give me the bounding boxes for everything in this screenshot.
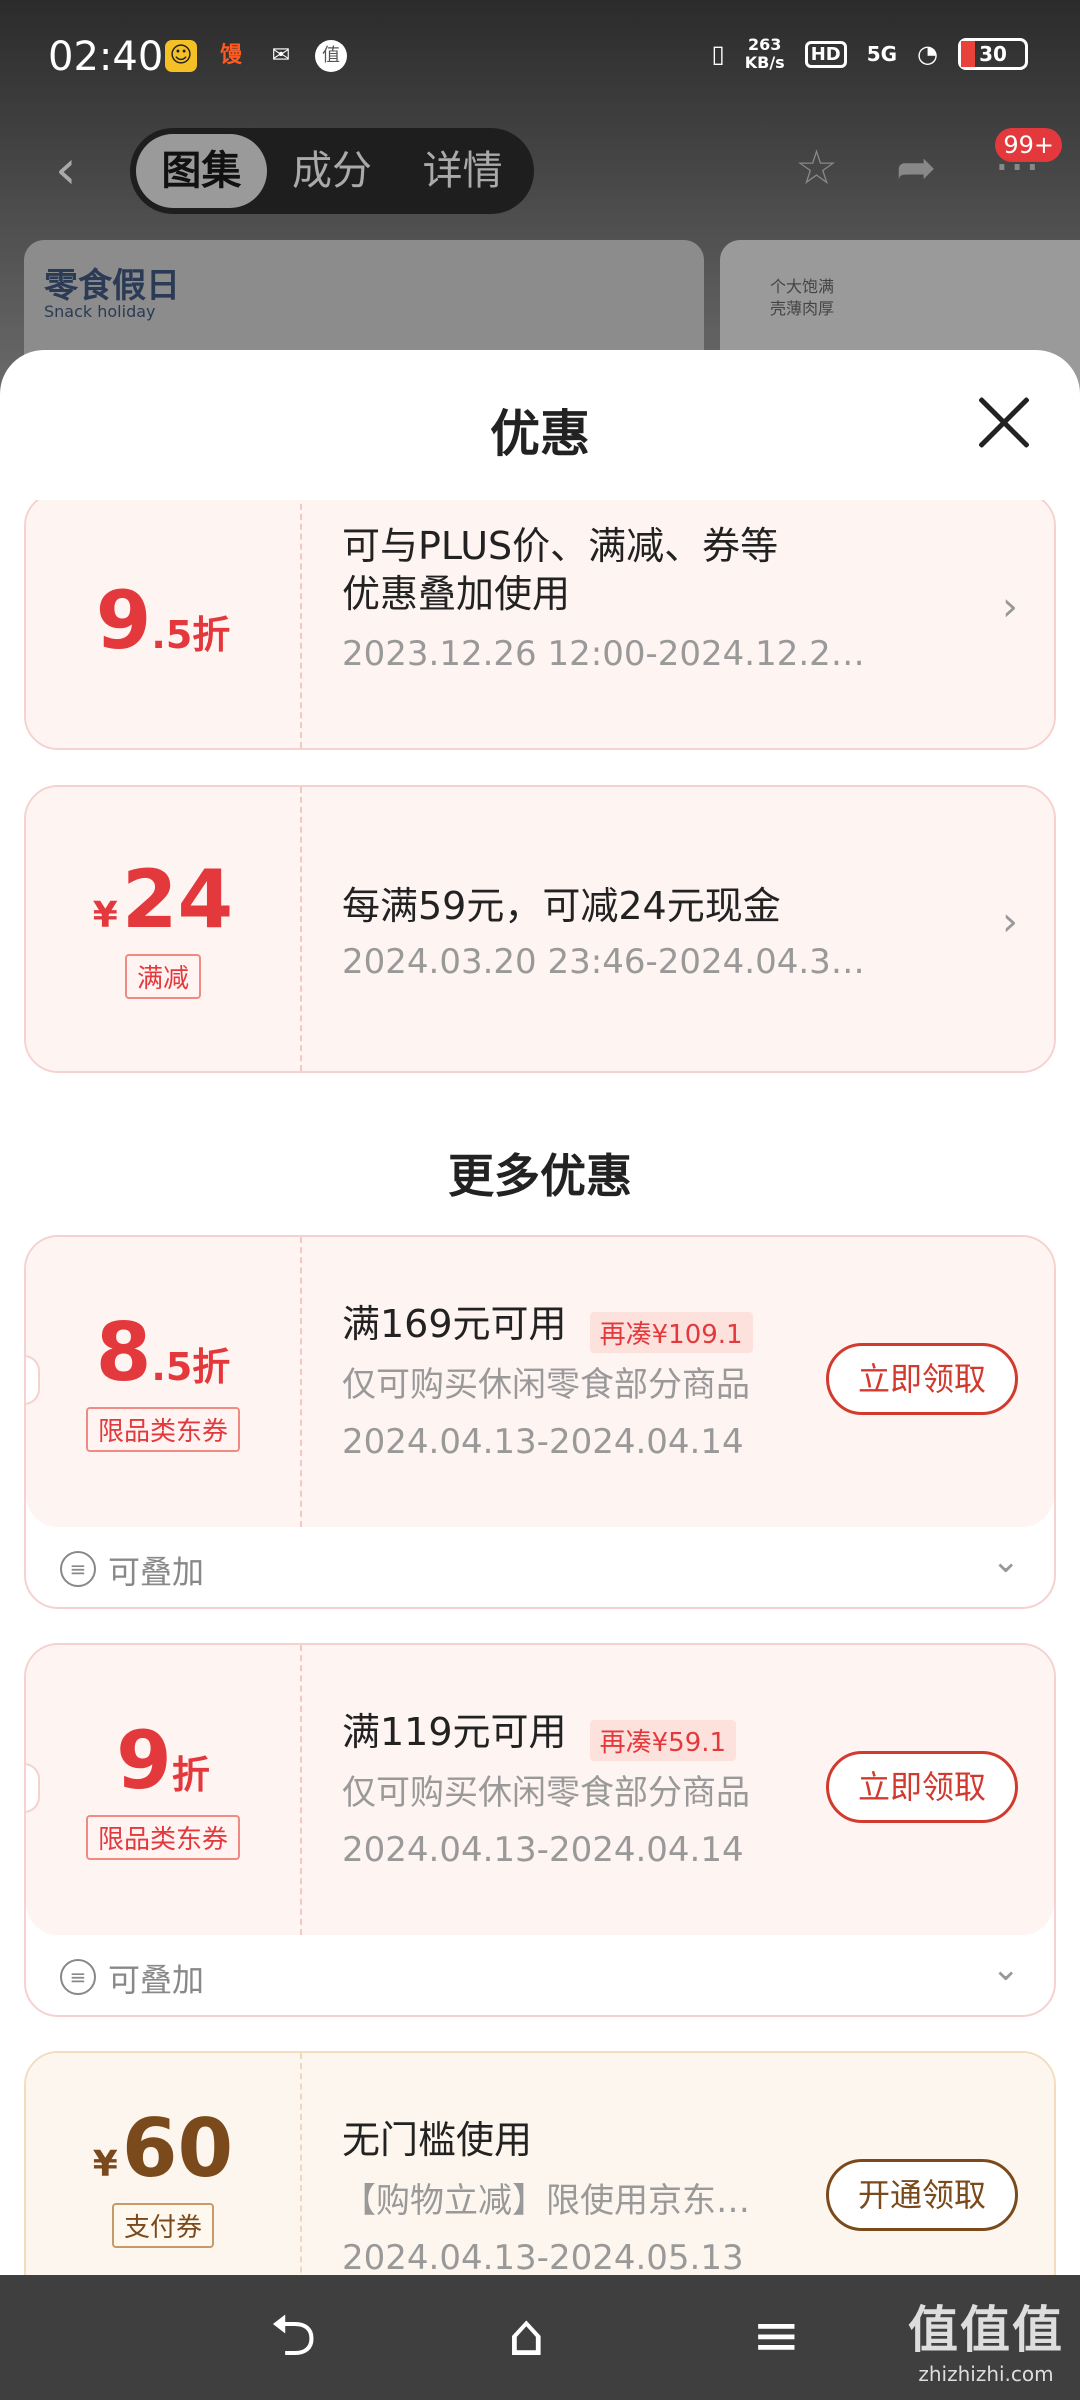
- chevron-right-icon[interactable]: ›: [1002, 584, 1018, 630]
- signal-5g: 5G: [866, 42, 898, 66]
- vibrate-icon: ▯: [711, 40, 725, 68]
- coupon-threshold: 满169元可用: [342, 1302, 567, 1346]
- discount-sheet: 优惠 9.5折 可与PLUS价、满减、券等 优惠叠加使用 2023.12.26 …: [0, 350, 1080, 2275]
- stackable-row[interactable]: ≡ 可叠加 ⌄: [26, 1935, 1054, 2015]
- stack-icon: ≡: [60, 1959, 96, 1995]
- coupon-type-tag: 支付券: [111, 2202, 214, 2248]
- discount-list[interactable]: 9.5折 可与PLUS价、满减、券等 优惠叠加使用 2023.12.26 12:…: [0, 500, 1080, 2275]
- system-icons: ▯ 263 KB/s HD 5G ◔ 30: [711, 35, 1028, 72]
- message-badge: 99+: [995, 128, 1062, 162]
- notification-icons: ☺ 馒 ✉ 值: [165, 40, 347, 72]
- discount-amount: 9.5折: [26, 500, 302, 748]
- claim-button[interactable]: 立即领取: [826, 1751, 1018, 1823]
- favorite-star-icon[interactable]: ☆: [795, 140, 838, 196]
- coupon-gap-tag: 再凑¥59.1: [589, 1720, 737, 1761]
- coupon-type-tag: 限品类东券: [85, 1406, 240, 1452]
- tab-gallery[interactable]: 图集: [136, 134, 267, 208]
- chevron-right-icon[interactable]: ›: [1002, 899, 1018, 945]
- tab-details[interactable]: 详情: [397, 134, 528, 208]
- chevron-down-icon[interactable]: ⌄: [992, 1541, 1021, 1581]
- battery-icon: 30: [958, 38, 1028, 70]
- wifi-icon: ◔: [917, 40, 938, 68]
- coupon-card: 9折 限品类东券 满119元可用 再凑¥59.1 仅可购买休闲零食部分商品 20…: [24, 1643, 1056, 2017]
- coupon-amount: 8.5折 限品类东券: [26, 1237, 302, 1527]
- net-speed: 263 KB/s: [744, 35, 785, 72]
- coupon-card-payment: ¥60 支付券 无门槛使用 【购物立减】限使用京东… 2024.04.13-20…: [24, 2051, 1056, 2275]
- sheet-title: 优惠: [490, 405, 590, 463]
- product-nav-bar: ‹ 图集 成分 详情 ☆ ➦ ··· 99+: [0, 120, 1080, 220]
- coupon-threshold: 无门槛使用: [342, 2118, 533, 2162]
- more-icon[interactable]: ··· 99+: [994, 128, 1062, 196]
- chevron-down-icon[interactable]: ⌄: [992, 1949, 1021, 1989]
- discount-title: 可与PLUS价、满减、券等 优惠叠加使用: [342, 524, 779, 616]
- coupon-type-tag: 限品类东券: [85, 1814, 240, 1860]
- coupon-amount: ¥60 支付券: [26, 2053, 302, 2275]
- more-discounts-title: 更多优惠: [448, 1149, 632, 1203]
- stack-icon: ≡: [60, 1551, 96, 1587]
- discount-card-plus[interactable]: 9.5折 可与PLUS价、满减、券等 优惠叠加使用 2023.12.26 12:…: [24, 500, 1056, 750]
- coupon-gap-tag: 再凑¥109.1: [589, 1312, 753, 1353]
- stackable-label: 可叠加: [108, 1961, 205, 1999]
- coupon-threshold: 满119元可用: [342, 1710, 567, 1754]
- system-nav-bar: ⮌ ⌂ ≡ 值值值 zhizhizhi.com: [0, 2275, 1080, 2400]
- clock: 02:40: [48, 34, 164, 80]
- discount-date: 2024.03.20 23:46-2024.04.3…: [342, 942, 865, 982]
- discount-date: 2023.12.26 12:00-2024.12.2…: [342, 634, 865, 674]
- coupon-amount: 9折 限品类东券: [26, 1645, 302, 1935]
- brand-logo-en: Snack holiday: [44, 302, 156, 321]
- discount-type-tag: 满减: [124, 953, 201, 999]
- activate-claim-button[interactable]: 开通领取: [826, 2159, 1018, 2231]
- coupon-card: 8.5折 限品类东券 满169元可用 再凑¥109.1 仅可购买休闲零食部分商品…: [24, 1235, 1056, 1609]
- hd-icon: HD: [804, 40, 847, 68]
- tab-ingredients[interactable]: 成分: [267, 134, 398, 208]
- nav-actions: ☆ ➦ ··· 99+: [795, 128, 1062, 196]
- system-home-icon[interactable]: ⌂: [508, 2305, 545, 2365]
- sheet-header: 优惠: [0, 350, 1080, 500]
- coupon-date: 2024.04.13-2024.05.13: [342, 2238, 744, 2275]
- coupon-scope: 【购物立减】限使用京东…: [342, 2181, 750, 2221]
- tab-switch: 图集 成分 详情: [130, 128, 534, 214]
- claim-button[interactable]: 立即领取: [826, 1343, 1018, 1415]
- discount-title: 每满59元，可减24元现金: [342, 884, 781, 928]
- manman-notification-icon: 馒: [219, 43, 242, 68]
- wechat-icon: ✉: [271, 43, 291, 68]
- coupon-date: 2024.04.13-2024.04.14: [342, 1830, 744, 1870]
- share-icon[interactable]: ➦: [896, 140, 936, 196]
- product-page-background: 02:40 ☺ 馒 ✉ 值 ▯ 263 KB/s HD 5G ◔ 30 ‹ 图集…: [0, 0, 1080, 410]
- brand-logo: 零食假日: [44, 266, 180, 306]
- system-back-icon[interactable]: ⮌: [270, 2305, 316, 2365]
- app-notification-icon: ☺: [165, 40, 197, 72]
- watermark: 值值值 zhizhizhi.com: [908, 2301, 1064, 2386]
- zhi-notification-icon: 值: [315, 40, 347, 72]
- coupon-date: 2024.04.13-2024.04.14: [342, 1422, 744, 1462]
- stackable-label: 可叠加: [108, 1553, 205, 1591]
- system-menu-icon[interactable]: ≡: [752, 2305, 801, 2365]
- coupon-scope: 仅可购买休闲零食部分商品: [342, 1365, 750, 1405]
- stackable-row[interactable]: ≡ 可叠加 ⌄: [26, 1527, 1054, 1607]
- discount-card-full-reduction[interactable]: ¥24 满减 每满59元，可减24元现金 2024.03.20 23:46-20…: [24, 785, 1056, 1073]
- discount-amount: ¥24 满减: [26, 787, 302, 1071]
- status-bar: 02:40 ☺ 馒 ✉ 值 ▯ 263 KB/s HD 5G ◔ 30: [0, 0, 1080, 115]
- coupon-scope: 仅可购买休闲零食部分商品: [342, 1773, 750, 1813]
- close-icon[interactable]: [976, 394, 1032, 450]
- back-icon[interactable]: ‹: [55, 143, 77, 197]
